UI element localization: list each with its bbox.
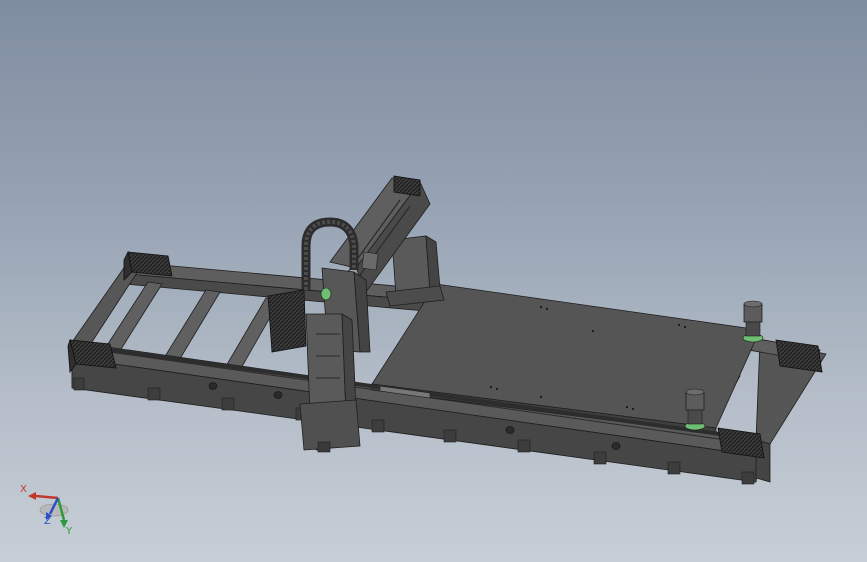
x-axis-label: X xyxy=(20,484,27,495)
gantry-machine-model[interactable] xyxy=(0,0,867,562)
z-axis-label: Z xyxy=(44,516,51,527)
x-axis-arrow xyxy=(35,494,59,500)
axis-triad: X Y Z xyxy=(14,476,84,546)
cad-viewport[interactable]: X Y Z xyxy=(0,0,867,562)
triad-graphic: X Y Z xyxy=(20,484,73,537)
x-axis-head-icon xyxy=(28,492,36,500)
y-axis-label: Y xyxy=(65,526,73,537)
